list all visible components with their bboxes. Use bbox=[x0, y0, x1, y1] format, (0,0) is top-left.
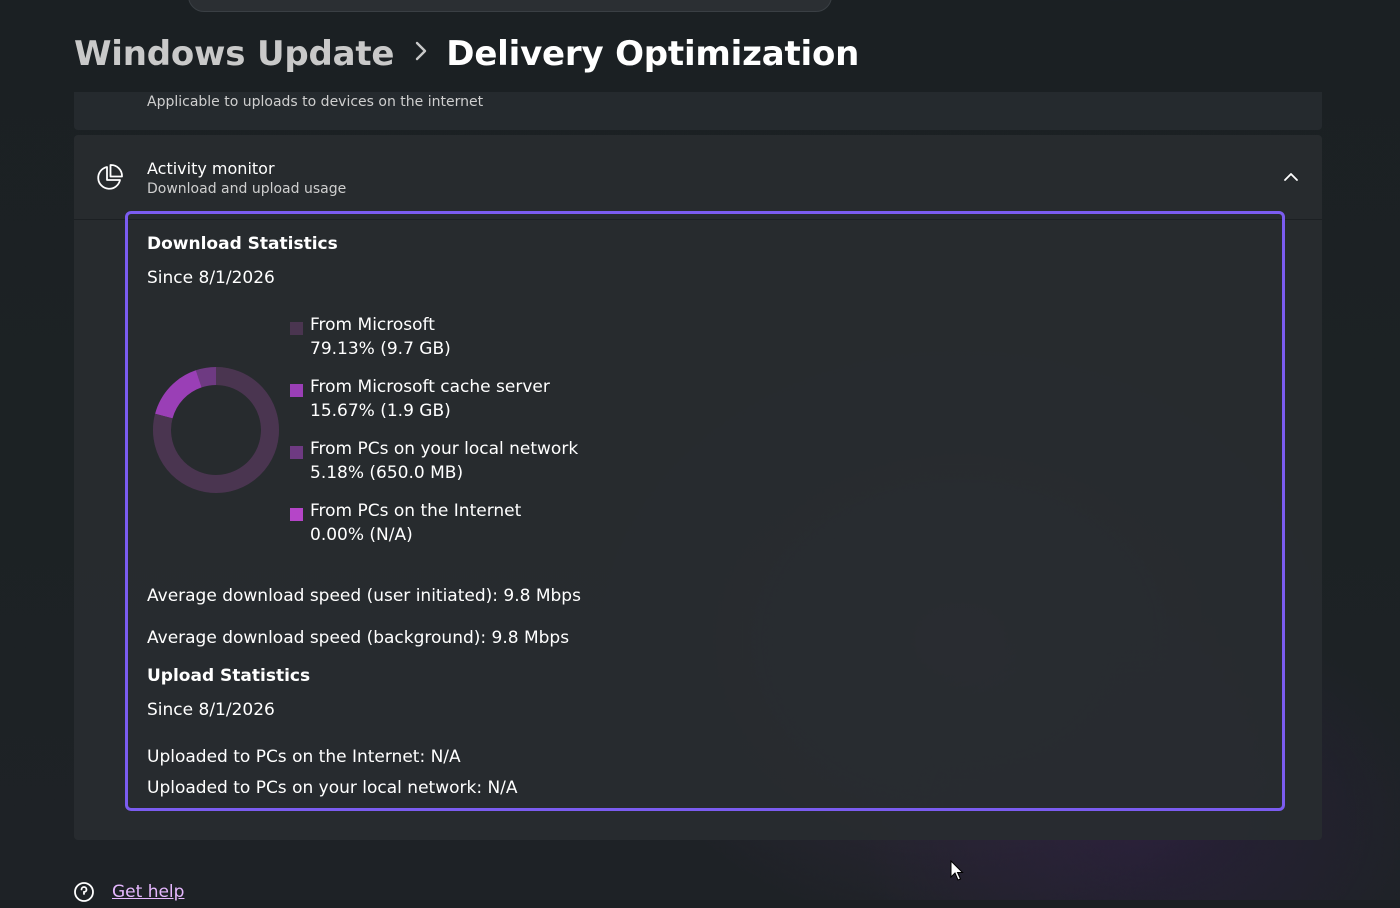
upload-statistics-heading: Upload Statistics bbox=[147, 666, 311, 686]
legend-value-cache-server: 15.67% (1.9 GB) bbox=[310, 401, 451, 421]
legend-value-local-network: 5.18% (650.0 MB) bbox=[310, 463, 464, 483]
search-box[interactable] bbox=[188, 0, 832, 12]
upload-card-subtitle: Applicable to uploads to devices on the … bbox=[147, 94, 484, 110]
breadcrumb-separator-icon bbox=[414, 40, 428, 68]
legend-value-internet: 0.00% (N/A) bbox=[310, 525, 413, 545]
uploaded-local-network: Uploaded to PCs on your local network: N… bbox=[147, 778, 518, 798]
activity-monitor-header[interactable]: Activity monitor Download and upload usa… bbox=[74, 135, 1322, 220]
breadcrumb-windows-update[interactable]: Windows Update bbox=[74, 34, 394, 74]
activity-monitor-description: Download and upload usage bbox=[147, 181, 347, 197]
breadcrumb: Windows Update Delivery Optimization bbox=[74, 30, 859, 78]
upload-since-date: Since 8/1/2026 bbox=[147, 700, 275, 720]
legend-swatch-microsoft bbox=[290, 322, 303, 335]
avg-download-speed-background: Average download speed (background): 9.8… bbox=[147, 628, 570, 648]
legend-label-cache-server: From Microsoft cache server bbox=[310, 377, 550, 397]
legend-swatch-cache-server bbox=[290, 384, 303, 397]
get-help-link-row[interactable]: Get help bbox=[72, 880, 184, 904]
donut-segment-1 bbox=[155, 370, 203, 419]
mouse-cursor-icon bbox=[950, 860, 964, 881]
help-icon bbox=[72, 880, 96, 904]
page-title: Delivery Optimization bbox=[446, 34, 860, 74]
activity-monitor-title: Activity monitor bbox=[147, 159, 275, 178]
download-statistics-heading: Download Statistics bbox=[147, 234, 338, 254]
get-help-link[interactable]: Get help bbox=[112, 882, 184, 902]
pie-chart-icon bbox=[94, 163, 124, 193]
legend-label-internet: From PCs on the Internet bbox=[310, 501, 522, 521]
legend-value-microsoft: 79.13% (9.7 GB) bbox=[310, 339, 451, 359]
legend-swatch-local-network bbox=[290, 446, 303, 459]
legend-label-microsoft: From Microsoft bbox=[310, 315, 435, 335]
legend-label-local-network: From PCs on your local network bbox=[310, 439, 579, 459]
upload-limit-card: Applicable to uploads to devices on the … bbox=[74, 92, 1322, 130]
uploaded-internet: Uploaded to PCs on the Internet: N/A bbox=[147, 747, 461, 767]
download-sources-donut-chart bbox=[153, 367, 279, 493]
download-since-date: Since 8/1/2026 bbox=[147, 268, 275, 288]
legend-swatch-internet bbox=[290, 508, 303, 521]
chevron-up-icon[interactable] bbox=[1282, 169, 1300, 183]
donut-segment-2 bbox=[195, 367, 217, 388]
avg-download-speed-user: Average download speed (user initiated):… bbox=[147, 586, 581, 606]
